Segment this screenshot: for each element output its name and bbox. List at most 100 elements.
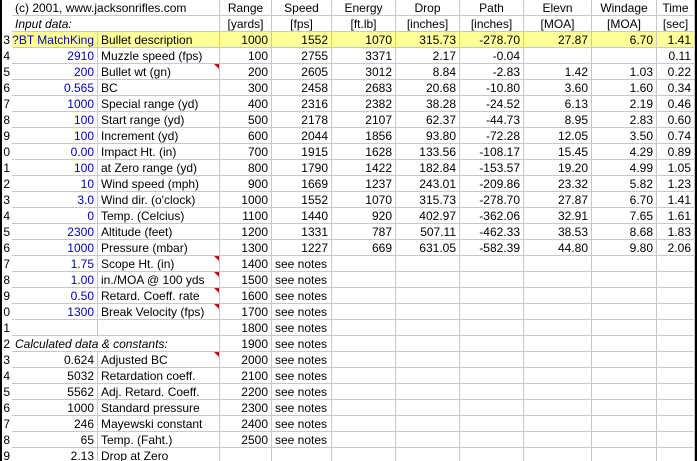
- calculated-value-cell[interactable]: 1000: [12, 400, 98, 416]
- result-cell[interactable]: 6.70: [592, 32, 657, 48]
- result-cell[interactable]: [524, 400, 592, 416]
- result-cell[interactable]: see notes: [272, 336, 332, 352]
- empty-cell[interactable]: [524, 448, 592, 461]
- result-cell[interactable]: -582.39: [460, 240, 524, 256]
- result-cell[interactable]: [524, 336, 592, 352]
- result-cell[interactable]: 2.06: [657, 240, 695, 256]
- result-cell[interactable]: [396, 384, 460, 400]
- result-cell[interactable]: [396, 336, 460, 352]
- result-cell[interactable]: [396, 288, 460, 304]
- result-cell[interactable]: 507.11: [396, 224, 460, 240]
- result-cell[interactable]: 1300: [220, 240, 272, 256]
- result-cell[interactable]: [592, 416, 657, 432]
- result-cell[interactable]: [592, 272, 657, 288]
- input-value-cell[interactable]: 100: [12, 160, 98, 176]
- result-cell[interactable]: 15.45: [524, 144, 592, 160]
- result-cell[interactable]: 38.28: [396, 96, 460, 112]
- result-cell[interactable]: see notes: [272, 416, 332, 432]
- result-cell[interactable]: 3.60: [524, 80, 592, 96]
- result-cell[interactable]: 1790: [272, 160, 332, 176]
- empty-cell[interactable]: [272, 448, 332, 461]
- result-cell[interactable]: 300: [220, 80, 272, 96]
- result-cell[interactable]: [460, 416, 524, 432]
- result-cell[interactable]: 2200: [220, 384, 272, 400]
- result-cell[interactable]: 1422: [332, 160, 396, 176]
- result-cell[interactable]: [332, 272, 396, 288]
- comment-indicator-icon[interactable]: [214, 272, 219, 277]
- result-cell[interactable]: 2107: [332, 112, 396, 128]
- result-cell[interactable]: [524, 288, 592, 304]
- result-cell[interactable]: 2316: [272, 96, 332, 112]
- input-value-cell[interactable]: 1.00: [12, 272, 98, 288]
- result-cell[interactable]: 1227: [272, 240, 332, 256]
- result-cell[interactable]: [332, 320, 396, 336]
- calculated-value-cell[interactable]: 5562: [12, 384, 98, 400]
- result-cell[interactable]: 1.41: [657, 192, 695, 208]
- result-cell[interactable]: 3012: [332, 64, 396, 80]
- result-cell[interactable]: 1400: [220, 256, 272, 272]
- result-cell[interactable]: [657, 352, 695, 368]
- result-cell[interactable]: 0.34: [657, 80, 695, 96]
- input-value-cell[interactable]: 2910: [12, 48, 98, 64]
- result-cell[interactable]: [592, 400, 657, 416]
- result-cell[interactable]: [396, 416, 460, 432]
- result-cell[interactable]: 1552: [272, 192, 332, 208]
- result-cell[interactable]: -209.86: [460, 176, 524, 192]
- result-cell[interactable]: 1000: [220, 192, 272, 208]
- result-cell[interactable]: 27.87: [524, 32, 592, 48]
- result-cell[interactable]: see notes: [272, 288, 332, 304]
- result-cell[interactable]: -278.70: [460, 192, 524, 208]
- result-cell[interactable]: -2.83: [460, 64, 524, 80]
- result-cell[interactable]: [460, 432, 524, 448]
- result-cell[interactable]: [396, 256, 460, 272]
- result-cell[interactable]: 62.37: [396, 112, 460, 128]
- result-cell[interactable]: 8.84: [396, 64, 460, 80]
- result-cell[interactable]: 1331: [272, 224, 332, 240]
- result-cell[interactable]: 2178: [272, 112, 332, 128]
- result-cell[interactable]: 133.56: [396, 144, 460, 160]
- result-cell[interactable]: 2500: [220, 432, 272, 448]
- result-cell[interactable]: 1.05: [657, 160, 695, 176]
- result-cell[interactable]: 20.68: [396, 80, 460, 96]
- result-cell[interactable]: [524, 272, 592, 288]
- input-value-cell[interactable]: 100: [12, 112, 98, 128]
- result-cell[interactable]: [592, 256, 657, 272]
- result-cell[interactable]: 920: [332, 208, 396, 224]
- result-cell[interactable]: [396, 320, 460, 336]
- result-cell[interactable]: 2400: [220, 416, 272, 432]
- result-cell[interactable]: 1.61: [657, 208, 695, 224]
- result-cell[interactable]: 402.97: [396, 208, 460, 224]
- result-cell[interactable]: [332, 336, 396, 352]
- empty-cell[interactable]: [12, 320, 98, 336]
- result-cell[interactable]: 0.46: [657, 96, 695, 112]
- result-cell[interactable]: [396, 304, 460, 320]
- result-cell[interactable]: -44.73: [460, 112, 524, 128]
- result-cell[interactable]: 2.83: [592, 112, 657, 128]
- empty-cell[interactable]: [332, 448, 396, 461]
- calculated-value-cell[interactable]: 2.13: [12, 448, 98, 461]
- result-cell[interactable]: [592, 320, 657, 336]
- result-cell[interactable]: 23.32: [524, 176, 592, 192]
- result-cell[interactable]: [460, 304, 524, 320]
- result-cell[interactable]: 1856: [332, 128, 396, 144]
- result-cell[interactable]: 3371: [332, 48, 396, 64]
- result-cell[interactable]: [524, 368, 592, 384]
- result-cell[interactable]: [460, 256, 524, 272]
- result-cell[interactable]: [460, 352, 524, 368]
- result-cell[interactable]: see notes: [272, 432, 332, 448]
- result-cell[interactable]: [396, 352, 460, 368]
- result-cell[interactable]: 2100: [220, 368, 272, 384]
- result-cell[interactable]: [657, 288, 695, 304]
- result-cell[interactable]: 19.20: [524, 160, 592, 176]
- result-cell[interactable]: see notes: [272, 352, 332, 368]
- result-cell[interactable]: [396, 432, 460, 448]
- input-value-cell[interactable]: ?BT MatchKing: [12, 32, 98, 48]
- input-value-cell[interactable]: 200: [12, 64, 98, 80]
- result-cell[interactable]: 1070: [332, 32, 396, 48]
- result-cell[interactable]: 1.23: [657, 176, 695, 192]
- result-cell[interactable]: 9.80: [592, 240, 657, 256]
- result-cell[interactable]: 1669: [272, 176, 332, 192]
- result-cell[interactable]: 1800: [220, 320, 272, 336]
- result-cell[interactable]: [592, 368, 657, 384]
- result-cell[interactable]: 100: [220, 48, 272, 64]
